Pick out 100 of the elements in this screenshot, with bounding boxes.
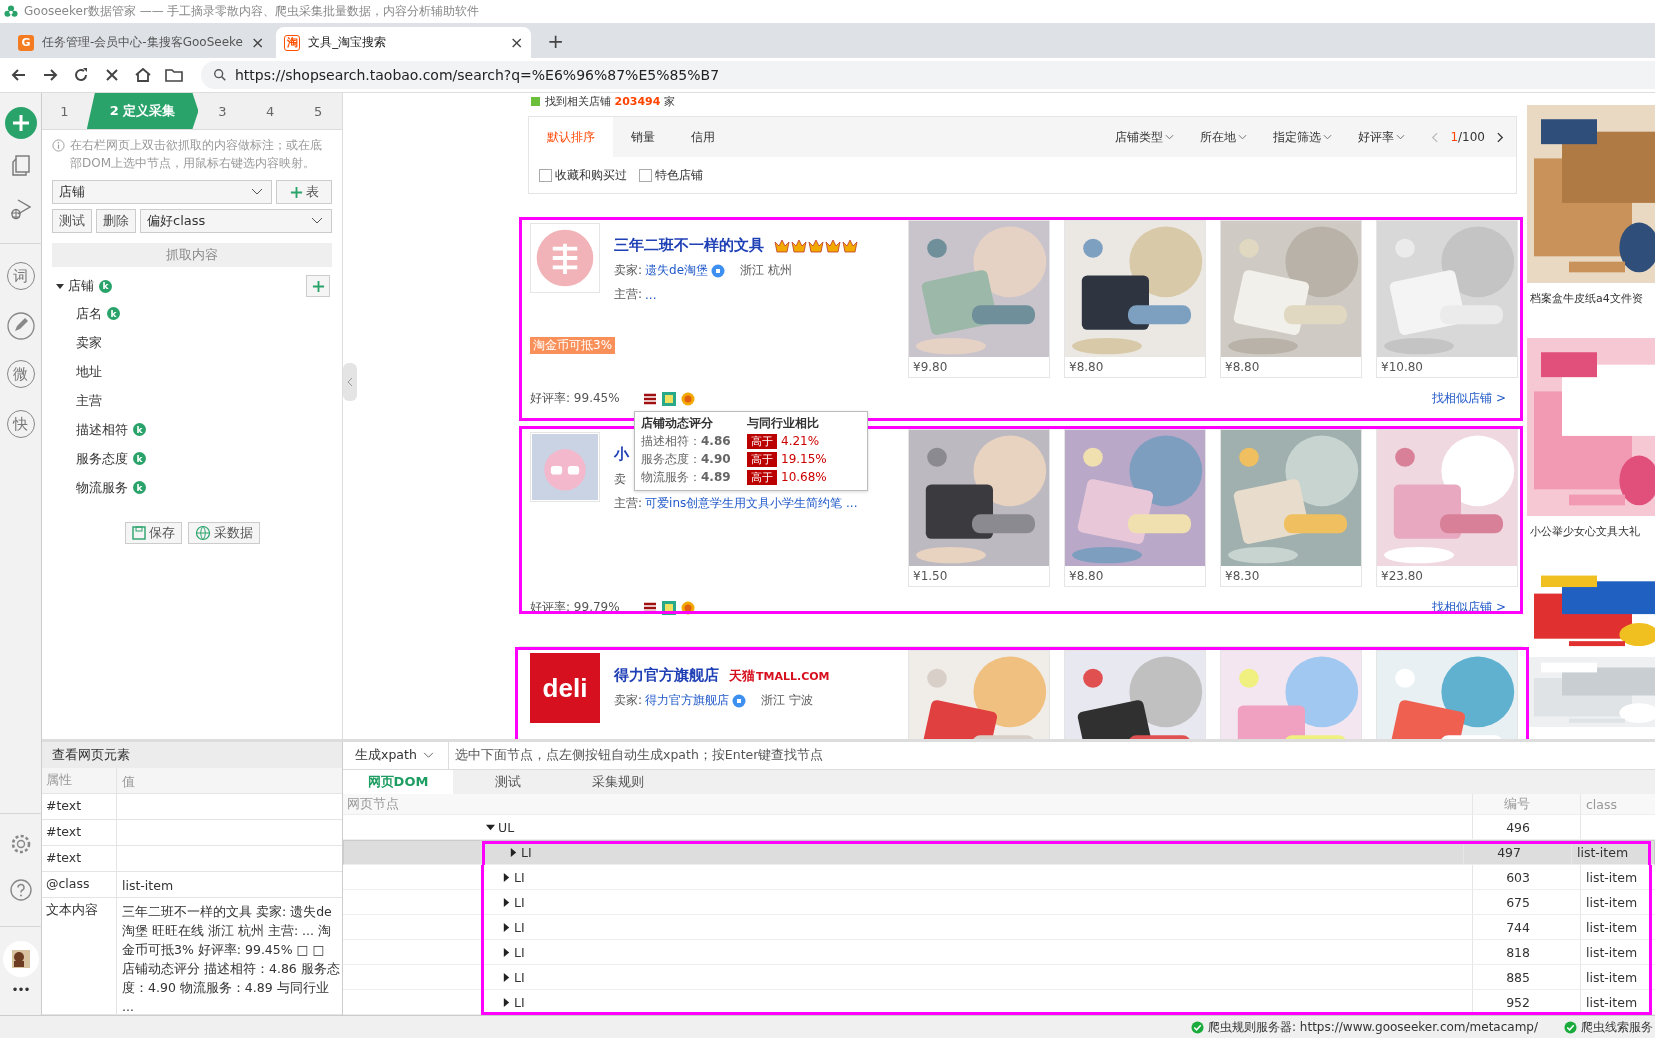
checkbox[interactable] [639,168,652,182]
caret-icon[interactable] [502,997,511,1007]
seller-link[interactable]: 遗失de淘堡 [645,262,709,279]
product-card[interactable]: ¥8.80 [1064,220,1206,378]
checkbox-label: 特色店铺 [655,166,703,184]
delete-button[interactable]: 删除 [96,209,136,233]
product-card[interactable]: ¥8.80 [1220,220,1362,378]
chevron-icon [251,188,263,196]
step-tab[interactable]: 5 [294,93,342,129]
filter-dropdown[interactable]: 所在地 [1188,117,1262,157]
dom-node-row[interactable]: LI 744 list-item [343,915,1655,941]
tree-item[interactable]: 卖家 [76,333,102,352]
key-badge: k [133,452,146,465]
bug-play-icon[interactable] [8,197,33,221]
avatar[interactable] [2,941,39,977]
chat-icon[interactable] [732,693,747,708]
caret-icon[interactable] [502,872,511,882]
price-text: ¥8.80 [1068,359,1105,376]
step-tab[interactable]: 1 [42,93,87,129]
ad-caption[interactable]: 小公举少女心文具大礼 [1527,524,1655,539]
panel-tab[interactable]: 采集规则 [563,770,673,795]
chevron-icon [1238,134,1248,140]
tree-item[interactable]: 店铺 [68,277,94,295]
caret-icon[interactable] [502,947,511,957]
dom-node-row[interactable]: LI 675 list-item [343,890,1655,916]
step-tab[interactable]: 3 [198,93,247,129]
product-card[interactable]: ¥9.80 [908,220,1050,378]
browser-tab[interactable]: G 任务管理-会员中心-集搜客GooSeeke × [10,27,273,58]
column-header: class [1580,794,1655,815]
tree-item[interactable]: 地址 [76,362,102,381]
pencil-icon[interactable] [6,312,35,340]
node-tag: LI [521,845,532,861]
step-tab[interactable]: 4 [246,93,295,129]
filter-dropdown[interactable]: 指定筛选 [1261,117,1347,157]
product-card[interactable]: ¥10.80 [1376,220,1518,378]
main-products-link[interactable]: ... [645,287,657,302]
stripes-icon[interactable] [642,391,657,406]
tree-item[interactable]: 描述相符 [76,420,128,439]
medal-icon[interactable] [680,391,695,406]
add-field-button[interactable] [306,275,330,297]
shop-icon [531,96,540,106]
table-select[interactable]: 店铺 [52,180,272,204]
tree-item[interactable]: 主营 [76,391,102,410]
shop-name-link[interactable]: 三年二班不一样的文具 [614,236,764,255]
dom-node-row[interactable]: LI 497 list-item [343,840,1655,866]
address-field[interactable]: https://shopsearch.taobao.com/search?q=%E6%96%87%E5%85%B7 [201,61,1655,89]
xpath-hint: 选中下面节点，点左侧按钮自动生成xpath；按Enter键查找节点 [454,747,824,764]
caret-icon[interactable] [509,848,518,858]
shop-name-link[interactable]: 得力官方旗舰店 [614,666,719,685]
checkbox[interactable] [539,168,552,182]
more-button[interactable]: ••• [11,983,30,997]
product-card[interactable]: ¥23.80 [1376,429,1518,587]
dom-node-row[interactable]: LI 603 list-item [343,865,1655,891]
filter-dropdown[interactable]: 好评率 [1346,117,1420,157]
sort-tab[interactable]: 信用 [673,117,733,157]
xpath-dropdown[interactable]: 生成xpath [343,742,449,769]
tab-icon: 淘 [284,34,301,51]
chevron-icon [1165,134,1175,140]
seller-link[interactable]: 得力官方旗舰店 [645,692,730,709]
save-button[interactable]: 保存 [124,522,182,544]
help-icon[interactable] [8,878,33,902]
similar-shops-link[interactable]: 找相似店铺 > [1432,390,1506,407]
sort-tab[interactable]: 默认排序 [529,117,613,157]
shop-name-link[interactable]: 小 [614,445,629,464]
new-tab-button[interactable]: + [547,29,565,53]
collect-data-button[interactable]: 采数据 [187,522,260,544]
close-button[interactable]: × [509,33,524,52]
panel-tab[interactable]: 测试 [453,770,563,795]
tree-item[interactable]: 物流服务 [76,478,128,497]
class-select[interactable]: 偏好class [140,209,332,233]
add-table-button[interactable]: 表 [276,180,332,204]
ad-caption[interactable]: 档案盒牛皮纸a4文件资 [1527,291,1655,306]
next-page-icon[interactable] [1497,131,1504,143]
node-number: 818 [1472,940,1580,965]
collapse-handle[interactable] [343,363,357,401]
caret-icon[interactable] [502,897,511,907]
shop-logo[interactable]: deli [530,653,600,723]
product-card[interactable]: ¥8.30 [1220,429,1362,587]
seller-label: 卖家: [614,262,643,279]
home-icon[interactable] [133,65,153,85]
tree-item[interactable]: 服务态度 [76,449,128,468]
product-card[interactable]: ¥1.50 [908,429,1050,587]
column-header: 网页节点 [346,794,400,813]
sort-tab[interactable]: 销量 [613,117,673,157]
dom-node-row[interactable]: LI 885 list-item [343,965,1655,991]
caret-icon[interactable] [502,972,511,982]
dom-node-row[interactable]: LI 818 list-item [343,940,1655,966]
filter-dropdown[interactable]: 店铺类型 [1103,117,1189,157]
test-button[interactable]: 测试 [52,209,92,233]
caret-icon[interactable] [56,282,64,290]
close-button[interactable]: × [250,33,265,52]
caret-icon[interactable] [502,922,511,932]
chat-icon[interactable] [711,263,726,278]
tree-item[interactable]: 店名 [76,304,102,323]
caret-icon[interactable] [486,822,495,832]
node-tag: LI [514,919,525,935]
add-icon[interactable] [4,107,37,139]
product-card[interactable]: ¥8.80 [1064,429,1206,587]
browser-tab[interactable]: 淘 文具_淘宝搜索 × [276,27,532,58]
main-products-link[interactable]: 可爱ins创意学生用文具小学生简约笔 ... [645,495,858,512]
